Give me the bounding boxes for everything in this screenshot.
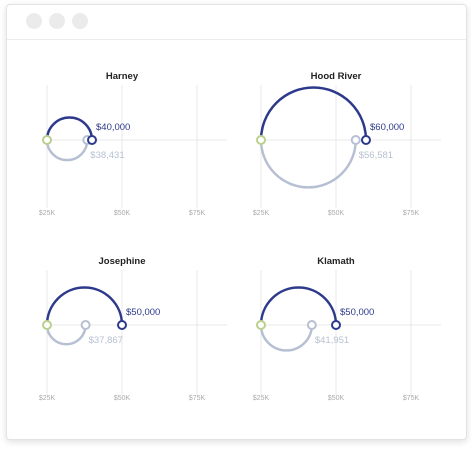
chart-panel: $25K $50K $75K Harney $40,000 $38,431 — [39, 71, 227, 217]
panel-title: Hood River — [311, 71, 362, 82]
previous-marker — [306, 320, 317, 330]
x-tick-label: $75K — [189, 210, 206, 217]
x-tick-label: $75K — [403, 395, 420, 402]
start-marker — [256, 320, 266, 330]
start-marker — [42, 320, 52, 330]
previous-marker — [350, 135, 361, 145]
small-multiples-chart: $25K $50K $75K Harney $40,000 $38,431 $25K $50K… — [39, 71, 441, 402]
panel-title: Harney — [106, 71, 139, 82]
current-value-label: $40,000 — [96, 122, 130, 133]
panel-title: Josephine — [99, 256, 146, 267]
start-marker — [256, 135, 266, 145]
x-tick-label: $75K — [189, 395, 206, 402]
current-arc — [259, 286, 338, 326]
current-arc — [259, 86, 368, 141]
current-value-label: $60,000 — [370, 122, 404, 133]
chart-panel: $25K $50K $75K Hood River $60,000 $56,581 — [253, 71, 441, 217]
chart-panel: $25K $50K $75K Josephine $50,000 $37,867 — [39, 256, 227, 402]
current-marker — [361, 135, 371, 145]
current-arc — [45, 286, 124, 326]
previous-arc — [45, 139, 89, 162]
previous-value-label: $37,867 — [89, 335, 123, 346]
previous-arc — [45, 324, 87, 346]
start-marker — [42, 135, 52, 145]
current-marker — [87, 135, 97, 145]
chart-panel: $25K $50K $75K Klamath $50,000 $41,951 — [253, 256, 441, 402]
current-marker — [331, 320, 341, 330]
x-tick-label: $50K — [328, 395, 345, 402]
x-tick-label: $50K — [114, 210, 131, 217]
panel-title: Klamath — [317, 256, 355, 267]
x-tick-label: $25K — [39, 395, 56, 402]
x-tick-label: $25K — [253, 210, 270, 217]
x-tick-label: $50K — [114, 395, 131, 402]
current-marker — [117, 320, 127, 330]
x-tick-label: $50K — [328, 210, 345, 217]
previous-marker — [80, 320, 91, 330]
current-value-label: $50,000 — [126, 307, 160, 318]
x-tick-label: $25K — [253, 395, 270, 402]
previous-value-label: $38,431 — [90, 150, 124, 161]
x-tick-label: $25K — [39, 210, 56, 217]
x-tick-label: $75K — [403, 210, 420, 217]
previous-arc — [259, 139, 357, 189]
current-value-label: $50,000 — [340, 307, 374, 318]
previous-value-label: $56,581 — [359, 150, 393, 161]
previous-arc — [259, 324, 314, 352]
previous-value-label: $41,951 — [315, 335, 349, 346]
